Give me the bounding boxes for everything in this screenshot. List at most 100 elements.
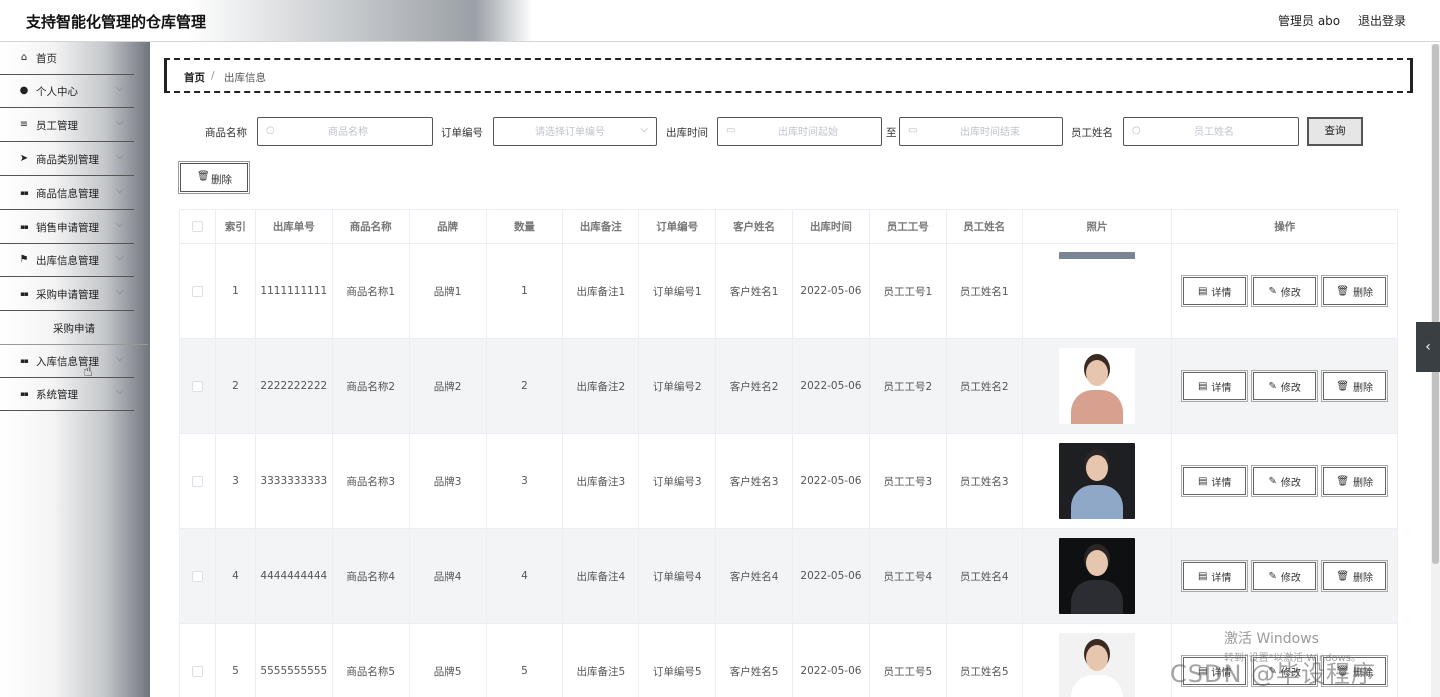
- grid-icon: ▪▪: [20, 223, 29, 231]
- product-name-input[interactable]: [278, 122, 418, 142]
- sidebar-item[interactable]: ⌂ 首页: [0, 42, 134, 75]
- table-row[interactable]: 4 4444444444 商品名称4 品牌4 4 出库备注4 订单编号4 客户姓名4 2022-…: [180, 529, 1397, 624]
- send-icon: ➤: [19, 153, 29, 164]
- query-button[interactable]: 查询: [1307, 117, 1363, 146]
- sidebar-item-label: 销售申请管理: [36, 222, 99, 234]
- cell-emp_id: 员工工号3: [870, 434, 947, 528]
- photo-body: [1071, 390, 1123, 424]
- time-start-picker[interactable]: ▭: [717, 117, 882, 146]
- select-all-checkbox[interactable]: [191, 221, 203, 232]
- time-start-input[interactable]: [738, 122, 878, 142]
- order-no-input[interactable]: [502, 122, 638, 142]
- employee-photo: [1059, 348, 1135, 424]
- detail-button[interactable]: ▤ 详情: [1181, 465, 1249, 497]
- row-checkbox[interactable]: [191, 380, 203, 392]
- edit-button-label: 修改: [1280, 477, 1301, 489]
- row-checkbox[interactable]: [191, 570, 203, 582]
- batch-delete-button[interactable]: 🗑 删除: [178, 161, 250, 194]
- sidebar-item[interactable]: ▪▪ 商品信息管理 ⌵: [0, 177, 134, 210]
- cell-order: 订单编号3: [639, 434, 717, 528]
- logout-link[interactable]: 退出登录: [1358, 12, 1406, 29]
- scrollbar-thumb[interactable]: [1432, 44, 1439, 564]
- sidebar-item[interactable]: ● 个人中心 ⌵: [0, 75, 134, 108]
- detail-button[interactable]: ▤ 详情: [1181, 275, 1249, 307]
- cell-photo: [1023, 434, 1173, 528]
- column-header: 商品名称: [333, 210, 410, 243]
- cell-photo: [1023, 244, 1173, 338]
- cell-order: 订单编号5: [639, 624, 717, 697]
- select-all-cell: [180, 210, 216, 243]
- cell-qty: 4: [487, 529, 564, 623]
- breadcrumb: 首页 / 出库信息: [164, 58, 1413, 93]
- cell-order: 订单编号2: [639, 339, 717, 433]
- table-row[interactable]: 1 1111111111 商品名称1 品牌1 1 出库备注1 订单编号1 客户姓名1 2022-…: [180, 244, 1397, 339]
- cell-name: 商品名称4: [333, 529, 410, 623]
- app-title: 支持智能化管理的仓库管理: [26, 13, 207, 31]
- cell-no: 5555555555: [256, 624, 333, 697]
- windows-activation-title: 激活 Windows: [1224, 631, 1319, 647]
- breadcrumb-home[interactable]: 首页: [184, 70, 205, 85]
- delete-button[interactable]: 🗑 删除: [1321, 275, 1389, 307]
- cell-actions: ▤ 详情 ✎ 修改 🗑 删除: [1172, 244, 1397, 338]
- table-header: 索引 出库单号 商品名称 品牌 数量 出库备注 订单编号 客户姓名 出库时间 员工工号 员工姓名 照片…: [180, 210, 1397, 244]
- employee-name-field[interactable]: ○: [1123, 117, 1299, 146]
- photo-head: [1086, 645, 1108, 671]
- pencil-icon: ✎: [1268, 380, 1277, 392]
- table-row[interactable]: 3 3333333333 商品名称3 品牌3 3 出库备注3 订单编号3 客户姓名3 2022-…: [180, 434, 1397, 529]
- time-end-input[interactable]: [920, 122, 1060, 142]
- cell-note: 出库备注1: [563, 244, 640, 338]
- delete-button[interactable]: 🗑 删除: [1321, 465, 1389, 497]
- column-header: 员工工号: [870, 210, 947, 243]
- chevron-down-icon: ⌵: [116, 151, 124, 162]
- edit-button[interactable]: ✎ 修改: [1251, 370, 1319, 402]
- sidebar-item[interactable]: ▪▪ 销售申请管理 ⌵: [0, 211, 134, 244]
- column-header: 出库时间: [793, 210, 870, 243]
- time-end-picker[interactable]: ▭: [899, 117, 1063, 146]
- row-actions: ▤ 详情 ✎ 修改 🗑 删除: [1181, 275, 1389, 307]
- product-name-label: 商品名称: [205, 127, 247, 139]
- row-checkbox[interactable]: [191, 475, 203, 487]
- grid-icon: ▪▪: [20, 357, 29, 365]
- cell-brand: 品牌1: [410, 244, 487, 338]
- edit-button[interactable]: ✎ 修改: [1251, 465, 1319, 497]
- row-select-cell: [180, 434, 216, 528]
- detail-button-label: 详情: [1211, 572, 1232, 584]
- sidebar-item[interactable]: ➤ 商品类别管理 ⌵: [0, 143, 134, 176]
- submenu-item-purchase-request[interactable]: 采购申请: [0, 311, 148, 345]
- cell-qty: 1: [487, 244, 564, 338]
- row-checkbox[interactable]: [191, 665, 203, 677]
- delete-button[interactable]: 🗑 删除: [1321, 370, 1389, 402]
- sidebar-item[interactable]: ▪▪ 系统管理 ⌵: [0, 378, 134, 411]
- delete-button-label: 删除: [1353, 382, 1374, 394]
- sidebar-item[interactable]: ▪▪ 采购申请管理 ⌵: [0, 278, 134, 311]
- breadcrumb-current: 出库信息: [224, 72, 266, 84]
- sidebar-item[interactable]: ≡ 员工管理 ⌵: [0, 109, 134, 142]
- trash-icon: 🗑: [1336, 475, 1350, 487]
- chevron-down-icon: ⌵: [116, 353, 124, 364]
- sidebar-item[interactable]: ⚑ 出库信息管理 ⌵: [0, 244, 134, 277]
- employee-name-input[interactable]: [1144, 122, 1284, 142]
- cell-note: 出库备注5: [563, 624, 640, 697]
- detail-button[interactable]: ▤ 详情: [1181, 370, 1249, 402]
- collapse-panel-button[interactable]: ‹: [1416, 322, 1440, 372]
- trash-icon: 🗑: [1336, 380, 1350, 392]
- sidebar-item-label: 首页: [36, 53, 57, 65]
- calendar-icon: ▭: [726, 125, 736, 136]
- edit-button[interactable]: ✎ 修改: [1251, 560, 1319, 592]
- detail-button-label: 详情: [1211, 477, 1232, 489]
- csdn-watermark: CSDN @毕设程序: [1170, 660, 1377, 688]
- time-range-separator: 至: [886, 127, 897, 139]
- column-header: 出库备注: [563, 210, 640, 243]
- edit-button[interactable]: ✎ 修改: [1251, 275, 1319, 307]
- product-name-field[interactable]: ○: [257, 117, 433, 146]
- order-no-select[interactable]: ⌵: [493, 117, 657, 146]
- photo-body: [1071, 675, 1123, 697]
- table-row[interactable]: 2 2222222222 商品名称2 品牌2 2 出库备注2 订单编号2 客户姓名2 2022-…: [180, 339, 1397, 434]
- batch-delete-label: 删除: [211, 174, 232, 186]
- delete-button[interactable]: 🗑 删除: [1321, 560, 1389, 592]
- detail-button[interactable]: ▤ 详情: [1181, 560, 1249, 592]
- sidebar-item[interactable]: ▪▪ 入库信息管理 ⌵: [0, 345, 134, 378]
- cell-qty: 5: [487, 624, 564, 697]
- home-icon: ⌂: [20, 52, 28, 63]
- row-checkbox[interactable]: [191, 285, 203, 297]
